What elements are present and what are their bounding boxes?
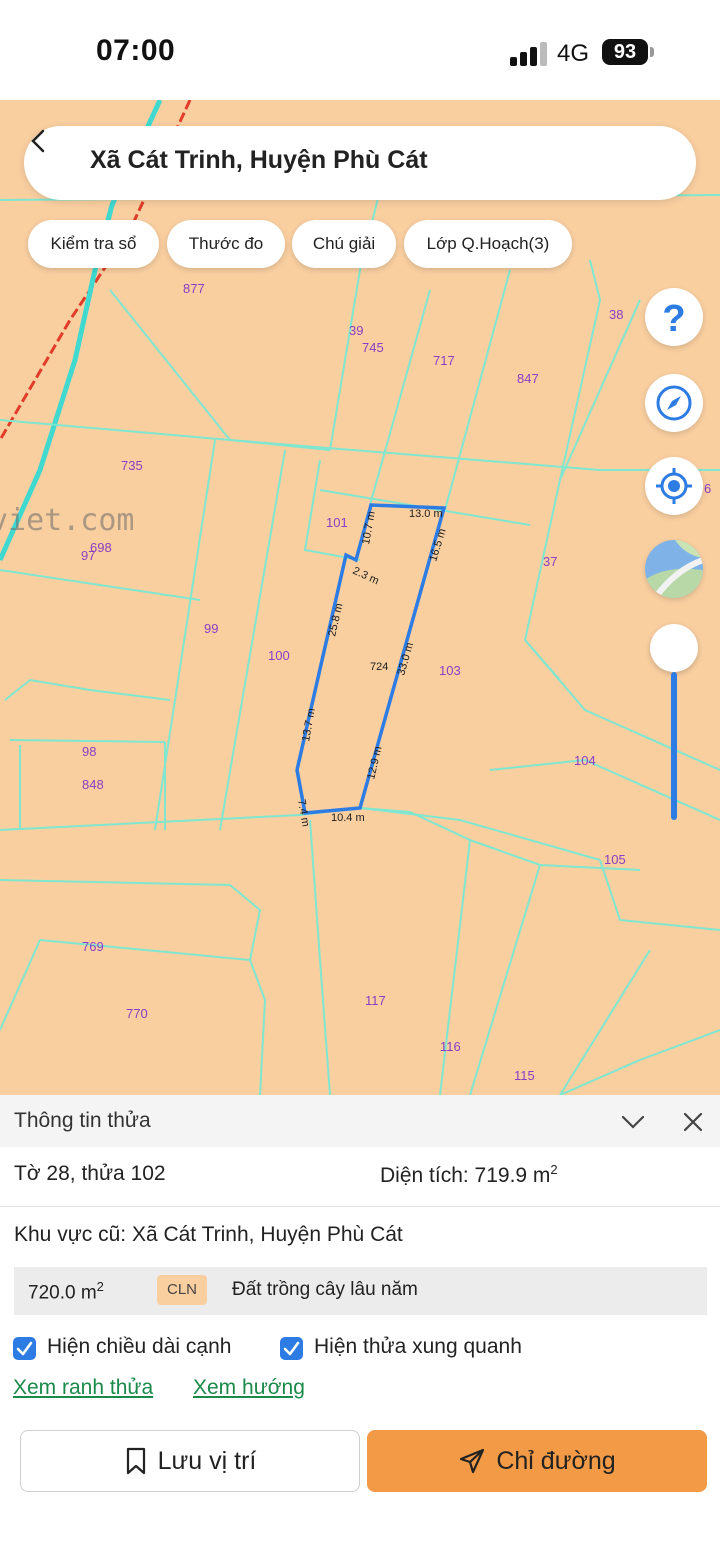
opacity-slider-knob[interactable] (650, 624, 698, 672)
parcel-number: 39 (349, 323, 363, 338)
parcel-area: Diện tích: 719.9 m2 (380, 1162, 558, 1188)
parcel-number: 735 (121, 458, 143, 473)
parcel-number: 101 (326, 515, 348, 530)
land-use-area-value: 720.0 m (28, 1282, 97, 1304)
svg-text:?: ? (662, 298, 685, 340)
parcel-number: 6 (704, 481, 711, 496)
edge-length-label: 25.8 m (326, 602, 345, 637)
map-layer-button[interactable] (645, 540, 703, 598)
close-icon[interactable] (680, 1109, 706, 1135)
parcel-number: 104 (574, 753, 596, 768)
edge-length-label: 16.5 m (427, 527, 448, 563)
parcel-number: 98 (82, 744, 96, 759)
bookmark-icon (126, 1447, 145, 1475)
panel-title: Thông tin thửa (14, 1109, 151, 1132)
parcel-number: 877 (183, 281, 205, 296)
parcel-number: 848 (82, 777, 104, 792)
show-edge-length-checkbox[interactable]: Hiện chiều dài cạnh (13, 1335, 263, 1363)
edge-length-label: 12.9 m (365, 745, 384, 780)
chip-planning-layer[interactable]: Lớp Q.Hoạch(3) (404, 220, 572, 268)
parcel-area-value: Diện tích: 719.9 m (380, 1164, 551, 1187)
parcel-number: 117 (365, 993, 386, 1008)
parcel-number: 103 (439, 663, 461, 678)
parcel-number: 745 (362, 340, 384, 355)
checkbox-checked-icon[interactable] (280, 1337, 303, 1360)
location-search-bar[interactable]: Xã Cát Trinh, Huyện Phù Cát (24, 126, 696, 200)
save-location-button[interactable]: Lưu vị trí (20, 1430, 360, 1492)
directions-button[interactable]: Chỉ đường (367, 1430, 707, 1492)
status-time: 07:00 (96, 34, 176, 67)
land-use-name: Đất trồng cây lâu năm (232, 1279, 418, 1300)
show-neighbors-label: Hiện thửa xung quanh (314, 1335, 522, 1358)
edge-length-label: 7.4 m (295, 798, 312, 827)
parcel-number-selected: 724 (370, 661, 388, 673)
parcel-number: 698 (90, 540, 112, 555)
show-edge-length-label: Hiện chiều dài cạnh (47, 1335, 232, 1358)
map-view[interactable]: viet.com 877 39 745 717 847 38 735 101 9… (0, 100, 720, 1095)
chevron-down-icon[interactable] (620, 1109, 646, 1135)
chip-measure[interactable]: Thước đo (167, 220, 285, 268)
parcel-number: 115 (514, 1068, 535, 1083)
parcel-number: 105 (604, 852, 626, 867)
land-use-area-sup: 2 (96, 1279, 104, 1294)
panel-header: Thông tin thửa (0, 1095, 720, 1147)
opacity-slider-track[interactable] (671, 672, 677, 820)
help-button[interactable]: ? (645, 288, 703, 346)
location-title: Xã Cát Trinh, Huyện Phù Cát (90, 146, 428, 174)
show-neighbors-checkbox[interactable]: Hiện thửa xung quanh (280, 1335, 550, 1363)
edge-length-label: 10.4 m (331, 812, 365, 824)
parcel-number: 37 (543, 554, 557, 569)
area-unit-sup: 2 (550, 1162, 558, 1177)
parcel-number: 38 (609, 307, 623, 322)
edge-length-label: 33.0 m (395, 641, 416, 677)
signal-icon (510, 40, 548, 66)
network-type: 4G (557, 40, 590, 67)
checkbox-checked-icon[interactable] (13, 1337, 36, 1360)
parcel-number: 116 (440, 1039, 461, 1054)
send-arrow-icon (460, 1448, 485, 1474)
parcel-number: 769 (82, 939, 104, 954)
parcel-number: 717 (433, 353, 455, 368)
compass-icon (656, 385, 692, 421)
chip-legend[interactable]: Chú giải (292, 220, 396, 268)
parcel-number: 770 (126, 1006, 148, 1021)
battery-cap (650, 47, 654, 57)
parcel-number: 99 (204, 621, 218, 636)
locate-icon (656, 468, 692, 504)
battery-icon: 93 (602, 39, 648, 65)
my-location-button[interactable] (645, 457, 703, 515)
edge-length-label: 2.3 m (351, 565, 381, 588)
view-boundary-link[interactable]: Xem ranh thửa (13, 1376, 153, 1400)
land-use-row: 720.0 m2 CLN Đất trồng cây lâu năm (14, 1267, 707, 1315)
edge-length-label: 10.7 m (360, 510, 378, 545)
parcel-number: 100 (268, 648, 290, 663)
directions-label: Chỉ đường (496, 1446, 616, 1475)
view-direction-link[interactable]: Xem hướng (193, 1376, 305, 1400)
parcel-number: 847 (517, 371, 539, 386)
sheet-plot-number: Tờ 28, thửa 102 (14, 1162, 166, 1185)
question-icon: ? (662, 298, 685, 340)
old-region: Khu vực cũ: Xã Cát Trinh, Huyện Phù Cát (14, 1223, 403, 1246)
save-location-label: Lưu vị trí (157, 1446, 257, 1475)
edge-length-label: 13.0 m (409, 508, 443, 520)
divider (0, 1206, 720, 1207)
land-use-code-badge: CLN (157, 1275, 207, 1305)
status-bar: 07:00 4G 93 (0, 0, 720, 100)
land-use-area: 720.0 m2 (28, 1279, 104, 1304)
edge-length-label: 13.7 m (300, 707, 318, 742)
parcel-info-panel: Thông tin thửa Tờ 28, thửa 102 Diện tích… (0, 1095, 720, 1564)
watermark-text: viet.com (0, 503, 135, 538)
compass-button[interactable] (645, 374, 703, 432)
map-layer-thumbnail-icon (645, 540, 703, 598)
back-arrow-icon[interactable] (24, 126, 54, 156)
chip-check-book[interactable]: Kiểm tra sổ (28, 220, 159, 268)
